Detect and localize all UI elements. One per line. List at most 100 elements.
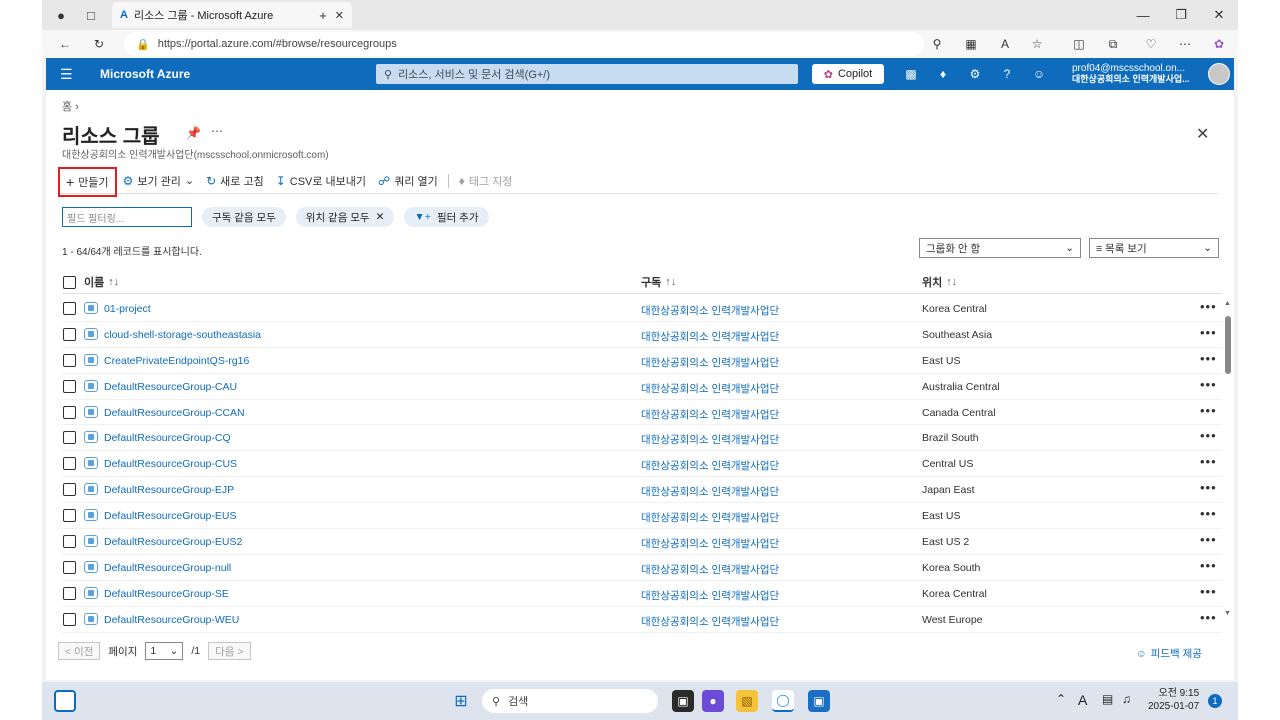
- profile-icon[interactable]: ●: [52, 6, 70, 24]
- row-checkbox[interactable]: [63, 379, 76, 393]
- row-checkbox[interactable]: [63, 353, 76, 367]
- read-aloud-icon[interactable]: A: [996, 35, 1014, 53]
- column-name[interactable]: 이름 ↑↓: [63, 274, 119, 290]
- manage-view-button[interactable]: ⚙ 보기 관리 ⌄: [117, 170, 201, 192]
- task-view-icon[interactable]: ▣: [672, 690, 694, 712]
- feedback-person-icon[interactable]: ☺: [1030, 65, 1048, 83]
- account-info[interactable]: prof04@mscsschool.on... 대한상공회의소 인력개발사업..…: [1072, 63, 1190, 85]
- file-explorer-icon[interactable]: ▧: [736, 690, 758, 712]
- refresh-button[interactable]: ↻ 새로 고침: [200, 170, 270, 192]
- row-subscription-link[interactable]: 대한상공회의소 인력개발사업단: [641, 303, 779, 318]
- scroll-thumb[interactable]: [1225, 316, 1231, 374]
- row-name-link[interactable]: DefaultResourceGroup-SE: [104, 588, 229, 600]
- assign-tags-button[interactable]: ♦ 태그 지정: [453, 170, 519, 192]
- open-query-button[interactable]: ☍ 쿼리 열기: [372, 170, 444, 192]
- row-checkbox[interactable]: [63, 405, 76, 419]
- row-subscription-link[interactable]: 대한상공회의소 인력개발사업단: [641, 458, 779, 473]
- row-more-icon[interactable]: •••: [1200, 454, 1217, 469]
- prev-page-button[interactable]: < 이전: [58, 642, 101, 660]
- row-checkbox[interactable]: [63, 560, 76, 574]
- remove-filter-icon[interactable]: ✕: [376, 211, 385, 223]
- row-name-link[interactable]: DefaultResourceGroup-CAU: [104, 381, 237, 393]
- page-select[interactable]: 1 ⌄: [145, 642, 184, 660]
- more-options-icon[interactable]: ⋯: [211, 124, 223, 138]
- key-icon[interactable]: ⚲: [928, 35, 946, 53]
- table-scrollbar[interactable]: ▲ ▼: [1224, 300, 1232, 620]
- column-location[interactable]: 위치 ↑↓: [922, 274, 957, 290]
- row-checkbox[interactable]: [63, 509, 76, 523]
- close-blade-icon[interactable]: ✕: [1196, 124, 1209, 144]
- row-subscription-link[interactable]: 대한상공회의소 인력개발사업단: [641, 329, 779, 344]
- new-tab-icon[interactable]: +: [314, 6, 332, 24]
- grouping-dropdown[interactable]: 그룹화 안 함 ⌄: [919, 238, 1081, 258]
- azure-brand[interactable]: Microsoft Azure: [100, 67, 190, 81]
- export-csv-button[interactable]: ↧ CSV로 내보내기: [270, 170, 372, 192]
- notification-badge[interactable]: 1: [1208, 694, 1222, 708]
- row-subscription-link[interactable]: 대한상공회의소 인력개발사업단: [641, 614, 779, 629]
- row-more-icon[interactable]: •••: [1200, 584, 1217, 599]
- row-subscription-link[interactable]: 대한상공회의소 인력개발사업단: [641, 562, 779, 577]
- row-more-icon[interactable]: •••: [1200, 610, 1217, 625]
- avatar[interactable]: [1208, 63, 1230, 85]
- row-more-icon[interactable]: •••: [1200, 558, 1217, 573]
- row-name-link[interactable]: cloud-shell-storage-southeastasia: [104, 329, 261, 341]
- row-more-icon[interactable]: •••: [1200, 377, 1217, 392]
- row-checkbox[interactable]: [63, 431, 76, 445]
- breadcrumb-home[interactable]: 홈: [62, 101, 72, 113]
- tray-chevron-up-icon[interactable]: ⌃: [1056, 692, 1066, 706]
- row-more-icon[interactable]: •••: [1200, 299, 1217, 314]
- volume-icon[interactable]: ♫: [1122, 692, 1131, 706]
- extensions-icon[interactable]: ♡: [1142, 35, 1160, 53]
- settings-gear-icon[interactable]: ⚙: [966, 65, 984, 83]
- next-page-button[interactable]: 다음 >: [208, 642, 251, 660]
- row-name-link[interactable]: 01-project: [104, 303, 151, 315]
- row-name-link[interactable]: DefaultResourceGroup-EJP: [104, 484, 234, 496]
- row-checkbox[interactable]: [63, 483, 76, 497]
- taskbar-search[interactable]: ⚲ 검색: [482, 689, 658, 713]
- row-name-link[interactable]: DefaultResourceGroup-CCAN: [104, 407, 245, 419]
- row-subscription-link[interactable]: 대한상공회의소 인력개발사업단: [641, 588, 779, 603]
- teams-chat-icon[interactable]: ●: [702, 690, 724, 712]
- filter-input[interactable]: 필드 필터링...: [62, 207, 192, 227]
- copilot-browser-icon[interactable]: ✿: [1210, 35, 1228, 53]
- system-clock[interactable]: 오전 9:15 2025-01-07: [1148, 687, 1199, 713]
- ime-indicator[interactable]: A: [1078, 692, 1087, 708]
- scroll-up-icon[interactable]: ▲: [1224, 300, 1231, 307]
- collections-icon[interactable]: ⧉: [1104, 35, 1122, 53]
- row-checkbox[interactable]: [63, 612, 76, 626]
- reload-icon[interactable]: ↻: [90, 35, 108, 53]
- address-bar[interactable]: 🔒 https://portal.azure.com/#browse/resou…: [124, 32, 924, 56]
- row-checkbox[interactable]: [63, 302, 76, 315]
- row-more-icon[interactable]: •••: [1200, 428, 1217, 443]
- row-checkbox[interactable]: [63, 327, 76, 341]
- column-subscription[interactable]: 구독 ↑↓: [641, 274, 676, 290]
- location-filter-pill[interactable]: 위치 같음 모두 ✕: [295, 207, 395, 227]
- restore-icon[interactable]: ❐: [1172, 6, 1190, 24]
- row-name-link[interactable]: DefaultResourceGroup-EUS2: [104, 536, 242, 548]
- favorite-star-icon[interactable]: ☆: [1028, 35, 1046, 53]
- back-icon[interactable]: ←: [56, 35, 74, 53]
- copilot-button[interactable]: ✿ Copilot: [812, 64, 884, 84]
- notifications-bell-icon[interactable]: ♦: [934, 65, 952, 83]
- row-more-icon[interactable]: •••: [1200, 532, 1217, 547]
- cloud-shell-icon[interactable]: ▩: [902, 65, 920, 83]
- create-button[interactable]: + 만들기: [58, 166, 117, 197]
- row-more-icon[interactable]: •••: [1200, 506, 1217, 521]
- tab-actions-icon[interactable]: □: [82, 6, 100, 24]
- split-screen-icon[interactable]: ◫: [1070, 35, 1088, 53]
- row-subscription-link[interactable]: 대한상공회의소 인력개발사업단: [641, 432, 779, 447]
- row-more-icon[interactable]: •••: [1200, 480, 1217, 495]
- row-checkbox[interactable]: [63, 535, 76, 549]
- network-icon[interactable]: ▤: [1102, 692, 1113, 706]
- row-subscription-link[interactable]: 대한상공회의소 인력개발사업단: [641, 407, 779, 422]
- feedback-link[interactable]: ☺ 피드백 제공: [1136, 646, 1202, 661]
- scroll-down-icon[interactable]: ▼: [1224, 610, 1231, 617]
- hamburger-menu-icon[interactable]: ☰: [60, 66, 73, 83]
- row-subscription-link[interactable]: 대한상공회의소 인력개발사업단: [641, 536, 779, 551]
- row-name-link[interactable]: CreatePrivateEndpointQS-rg16: [104, 355, 249, 367]
- store-icon[interactable]: ▣: [808, 690, 830, 712]
- row-subscription-link[interactable]: 대한상공회의소 인력개발사업단: [641, 510, 779, 525]
- row-subscription-link[interactable]: 대한상공회의소 인력개발사업단: [641, 355, 779, 370]
- edge-browser-icon[interactable]: ◯: [772, 690, 794, 712]
- widgets-icon[interactable]: [54, 690, 76, 712]
